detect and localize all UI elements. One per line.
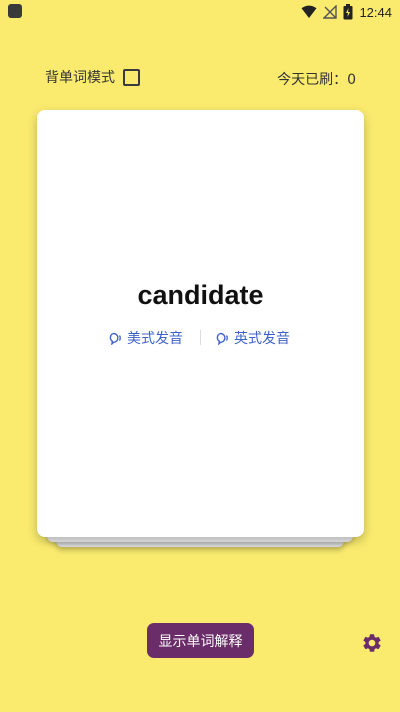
us-pronunciation-label: 美式发音 <box>127 331 183 347</box>
status-bar: 12:44 <box>0 0 400 24</box>
signal-off-icon <box>323 5 338 19</box>
uk-pronunciation-button[interactable]: 英式发音 <box>216 328 290 348</box>
uk-pronunciation-label: 英式发音 <box>234 331 290 347</box>
status-clock: 12:44 <box>359 4 392 20</box>
show-explanation-button[interactable]: 显示单词解释 <box>147 623 254 658</box>
status-icons: 12:44 <box>301 3 392 21</box>
pronunciation-divider <box>200 330 201 345</box>
today-count-label: 今天已刷：0 <box>277 72 356 88</box>
speaker-icon <box>109 332 121 345</box>
word-card[interactable]: candidate 美式发音 英式发音 <box>37 110 364 537</box>
memorize-mode-toggle[interactable]: 背单词模式 <box>45 67 140 87</box>
us-pronunciation-button[interactable]: 美式发音 <box>109 328 183 348</box>
gear-icon <box>363 634 381 652</box>
app-notification-icon <box>8 4 22 18</box>
word-text: candidate <box>137 280 264 310</box>
speaker-icon <box>216 332 228 345</box>
memorize-mode-checkbox[interactable] <box>123 68 140 86</box>
pronunciation-row: 美式发音 英式发音 <box>37 328 364 348</box>
memorize-mode-label: 背单词模式 <box>45 70 115 86</box>
wifi-icon <box>301 5 317 18</box>
screen: 12:44 背单词模式 今天已刷：0 candidate 美式发音 英式发音 显… <box>0 0 400 712</box>
battery-icon <box>343 4 353 20</box>
settings-button[interactable] <box>361 632 383 654</box>
